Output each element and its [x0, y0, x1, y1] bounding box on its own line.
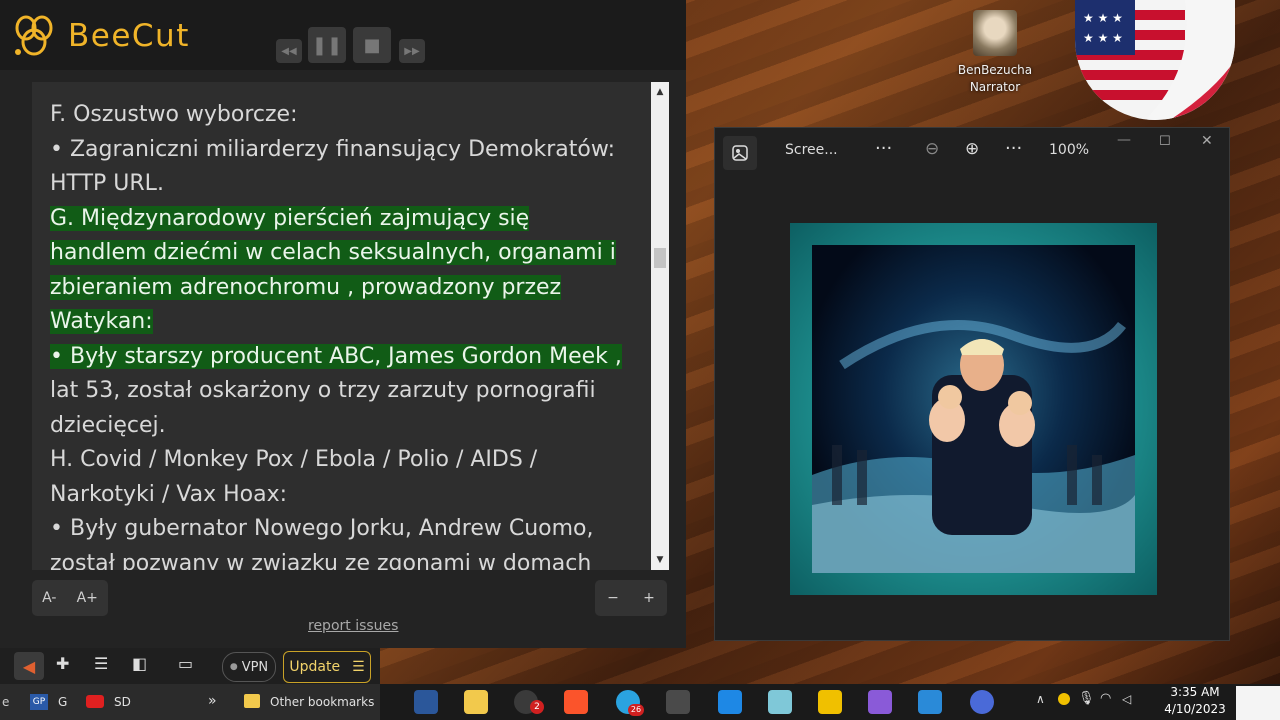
narrator-name: BenBezucha	[957, 63, 1033, 77]
photo-viewer-window: Scree... ··· ⊖ ⊕ ··· 100% — ☐ ✕	[714, 127, 1230, 641]
video-app-icon[interactable]	[718, 690, 742, 714]
youtube-icon	[86, 695, 104, 708]
reader-line: F. Oszustwo wyborcze:	[50, 102, 298, 127]
file-explorer-icon[interactable]	[464, 690, 488, 714]
photos-icon[interactable]	[918, 690, 942, 714]
clock-date: 4/10/2023	[1164, 702, 1226, 716]
forward-button[interactable]: ▶▶	[399, 39, 425, 63]
reader-line: • Były starszy producent ABC, James Gord…	[50, 343, 622, 369]
zoom-out-icon[interactable]: ⊖	[925, 139, 939, 159]
speaker-icon[interactable]: ◀	[14, 652, 44, 680]
reader-line: został pozwany w związku ze zgonami w do…	[50, 550, 592, 571]
zoom-out-button[interactable]: −	[607, 590, 619, 606]
more-tools-icon[interactable]: ···	[1005, 138, 1022, 159]
bookmark-sd[interactable]: SD	[114, 695, 131, 709]
clock-time: 3:35 AM	[1170, 685, 1220, 699]
viewer-toolbar: Scree... ··· ⊖ ⊕ ··· 100% — ☐ ✕	[715, 128, 1229, 176]
telegram-badge: 26	[628, 704, 644, 716]
microphone-icon[interactable]: 🎙	[1078, 691, 1095, 706]
vpn-label: VPN	[241, 659, 269, 675]
narrator-caption: BenBezucha Narrator	[940, 62, 1050, 96]
beecut-taskbar-icon[interactable]	[818, 690, 842, 714]
reader-line: handlem dziećmi w celach seksualnych, or…	[50, 240, 616, 265]
folder-icon	[244, 694, 260, 708]
menu-icon: ☰	[352, 659, 365, 675]
bookmarks-bar: e GP G SD » Other bookmarks	[0, 684, 380, 720]
bookmark-fragment: e	[2, 695, 10, 709]
reader-line: G. Międzynarodowy pierścień zajmujący si…	[50, 205, 530, 231]
reader-line: HTTP URL.	[50, 171, 164, 196]
update-label: Update	[289, 659, 341, 675]
tray-app-icon[interactable]	[1058, 693, 1070, 705]
word-icon[interactable]	[414, 690, 438, 714]
tray-overflow-icon[interactable]: ∧	[1036, 692, 1045, 706]
svg-text:★ ★ ★: ★ ★ ★	[1083, 11, 1123, 25]
reader-line: Narkotyki / Vax Hoax:	[50, 481, 288, 507]
font-increase-button[interactable]: A+	[77, 590, 98, 606]
close-icon[interactable]: ✕	[1201, 133, 1213, 149]
store-icon[interactable]	[768, 690, 792, 714]
reader-line: • Były gubernator Nowego Jorku, Andrew C…	[50, 516, 594, 541]
reader-line: dziecięcej.	[50, 412, 166, 438]
sidebar-icon[interactable]: ◧	[132, 654, 147, 673]
beecut-window: BeeCut ◀◀ ❚❚ ■ ▶▶ F. Oszustwo wyborcze: •…	[0, 0, 686, 648]
more-options-icon[interactable]: ···	[875, 138, 892, 159]
image-icon[interactable]	[723, 136, 757, 170]
browser-toolbar: ◀ ✚ ☰ ◧ ▭ ● VPN Update ☰	[0, 648, 380, 684]
app-title: BeeCut	[68, 18, 190, 54]
zoom-controls: − +	[595, 580, 667, 616]
svg-text:★ ★ ★: ★ ★ ★	[1083, 31, 1123, 45]
pause-button[interactable]: ❚❚	[308, 27, 346, 63]
volume-icon[interactable]: ◁	[1122, 692, 1131, 706]
brave-icon[interactable]	[564, 690, 588, 714]
taskbar-clock[interactable]: 3:35 AM 4/10/2023	[1160, 684, 1230, 720]
reader-line: zbieraniem adrenochromu , prowadzony prz…	[50, 274, 562, 300]
viewer-title: Scree...	[785, 142, 838, 158]
font-size-controls: A- A+	[32, 580, 108, 616]
zoom-in-button[interactable]: +	[643, 590, 655, 606]
gp-icon: GP	[30, 694, 48, 710]
bee-logo-icon	[10, 14, 58, 58]
minimize-icon[interactable]: —	[1117, 132, 1131, 148]
beecut-header: BeeCut ◀◀ ❚❚ ■ ▶▶	[0, 0, 686, 70]
wifi-icon[interactable]: ◠	[1100, 691, 1111, 706]
font-decrease-button[interactable]: A-	[42, 590, 56, 606]
displayed-image	[790, 223, 1157, 595]
reading-list-icon[interactable]: ☰	[94, 654, 108, 673]
scroll-down-icon[interactable]: ▼	[651, 552, 669, 568]
rewind-button[interactable]: ◀◀	[276, 39, 302, 63]
notification-center-button[interactable]	[1236, 686, 1280, 720]
reader-text-area[interactable]: F. Oszustwo wyborcze: • Zagraniczni milia…	[32, 82, 669, 570]
update-button[interactable]: Update ☰	[283, 651, 371, 683]
zoom-in-icon[interactable]: ⊕	[965, 139, 979, 159]
reader-text: F. Oszustwo wyborcze: • Zagraniczni milia…	[50, 98, 640, 570]
bookmark-g[interactable]: G	[58, 695, 67, 709]
narrator-avatar	[973, 10, 1017, 56]
reader-line: H. Covid / Monkey Pox / Ebola / Polio / …	[50, 447, 538, 472]
bookmarks-overflow[interactable]: »	[208, 693, 217, 709]
media-player-icon[interactable]	[970, 690, 994, 714]
image-content	[812, 245, 1135, 573]
narrator-role: Narrator	[969, 80, 1021, 94]
notification-badge: 2	[530, 700, 544, 714]
stop-button[interactable]: ■	[353, 27, 391, 63]
other-bookmarks[interactable]: Other bookmarks	[270, 695, 374, 709]
scroll-up-icon[interactable]: ▲	[651, 84, 669, 100]
wallet-icon[interactable]: ▭	[178, 654, 193, 673]
reader-line: Watykan:	[50, 309, 153, 334]
vpn-button[interactable]: ● VPN	[222, 652, 276, 682]
extensions-icon[interactable]: ✚	[56, 654, 69, 673]
reader-line: lat 53, został oskarżony o trzy zarzuty …	[50, 378, 596, 403]
scroll-thumb[interactable]	[654, 248, 666, 268]
clapper-icon[interactable]	[868, 690, 892, 714]
zoom-level: 100%	[1049, 142, 1090, 158]
reader-line: • Zagraniczni miliarderzy finansujący De…	[50, 136, 616, 162]
reader-scrollbar[interactable]: ▲ ▼	[651, 82, 669, 570]
report-issues-link[interactable]: report issues	[308, 618, 398, 634]
paint-icon[interactable]	[666, 690, 690, 714]
vpn-status-icon: ●	[229, 662, 238, 672]
maximize-icon[interactable]: ☐	[1159, 134, 1171, 149]
